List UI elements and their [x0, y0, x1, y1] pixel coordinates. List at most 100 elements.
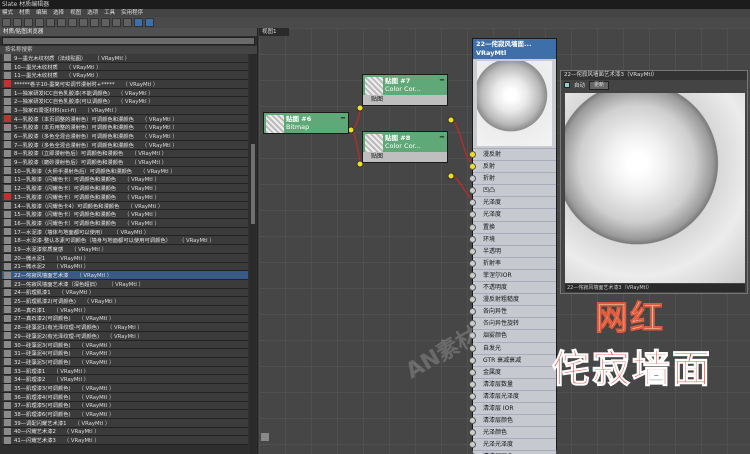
vraymtl-input-slot[interactable]: 光泽度: [469, 196, 556, 209]
vraymtl-input-slot[interactable]: 清漆层 IOR: [469, 401, 556, 415]
auto-update-checkbox[interactable]: [564, 82, 570, 88]
vraymtl-input-slot[interactable]: 光泽光泽度: [469, 438, 556, 451]
list-item[interactable]: 23—侘寂风墙面艺术漆（深色超旧） （ VRayMtl ）: [2, 279, 248, 289]
material-parameters-icon[interactable]: [112, 18, 121, 27]
vraymtl-input-slot[interactable]: 清漆层光泽度: [469, 389, 556, 402]
cc7-map-slot[interactable]: 贴图: [363, 95, 447, 105]
list-item[interactable]: 1—独家研发ICC自色乳胶漆(不能调颜色) （ VRayMtl ）: [2, 88, 248, 98]
list-item[interactable]: 41—闪耀艺术漆3 （ VRayMtl ）: [2, 436, 248, 445]
list-item[interactable]: 11—乳胶漆（闪耀色卡）可调颜色和漫颜色 （ VRayMtl ）: [2, 175, 248, 185]
list-item[interactable]: 36—肌理漆4(可调颜色) （ VRayMtl ）: [2, 392, 248, 402]
list-item[interactable]: 4—乳胶漆（本页调整的漫射色）可调颜色和漫颜色 （ VRayMtl ）: [2, 114, 248, 124]
list-item[interactable]: 3—独家石膏抠材料(sci-fi) （ VRayMtl ）: [2, 106, 248, 115]
cc8-map-slot[interactable]: 贴图: [363, 152, 447, 162]
list-item[interactable]: 31—硅藻泥4(可调颜色) （ VRayMtl ）: [2, 349, 248, 359]
list-item[interactable]: 18—水泥漆-整认本素可调颜色（墙身与地面都可以使用可调颜色） （ VRayMtl…: [2, 236, 248, 246]
list-item[interactable]: ******卷子10-墨简可实调节漫射时+***** （ VRayMtl ）: [2, 80, 248, 89]
input-socket-icon[interactable]: [469, 271, 476, 279]
vraymtl-input-slot[interactable]: 凹凸: [469, 184, 556, 197]
vraymtl-input-slot[interactable]: 折射率: [469, 256, 556, 269]
layout-all-icon[interactable]: [90, 18, 99, 27]
vraymtl-input-slot[interactable]: 光泽度: [469, 208, 556, 221]
vraymtl-input-slot[interactable]: 清漆层颜色: [469, 414, 556, 427]
list-item[interactable]: 6—乳胶漆（多色全混合漫射色）可调颜色和漫颜色 （ VRayMtl ）: [2, 132, 248, 141]
list-item[interactable]: 10—乳胶漆（大师手漫射色后）可调颜色和漫颜色 （ VRayMtl ）: [2, 166, 248, 176]
list-item[interactable]: 16—乳胶漆（闪耀色卡）可调颜色和漫颜色 （ VRayMtl ）: [2, 219, 248, 228]
select-tool-icon[interactable]: [2, 18, 11, 27]
collapse-icon[interactable]: −: [439, 76, 445, 84]
move-children-icon[interactable]: [46, 18, 55, 27]
list-item[interactable]: 15—乳胶漆（闪耀色卡）可调颜色和漫颜色 （ VRayMtl ）: [2, 210, 248, 220]
list-item[interactable]: 9—乳胶漆（磨砂漫射色后）可调颜色和漫颜色 （ VRayMtl ）: [2, 158, 248, 167]
input-socket-icon[interactable]: [469, 163, 476, 171]
list-item[interactable]: 38—肌理漆6(可调颜色) （ VRayMtl ）: [2, 410, 248, 419]
navigator-icon[interactable]: [145, 18, 154, 27]
list-item[interactable]: 25—肌理肌漆2(可调颜色) （ VRayMtl ）: [2, 297, 248, 306]
vraymtl-input-slot[interactable]: 金属度: [469, 365, 556, 378]
list-item[interactable]: 2—独家研发ICC自色乳胶漆(可以调颜色) （ VRayMtl ）: [2, 97, 248, 107]
list-item[interactable]: 28—硅藻泥1(有光泽纹理-可调颜色) （ VRayMtl ）: [2, 323, 248, 332]
list-item[interactable]: 29—硅藻泥2(有光泽纹理-可调颜色) （ VRayMtl ）: [2, 332, 248, 341]
vraymtl-input-slot[interactable]: 漫反射: [469, 148, 556, 161]
input-socket-icon[interactable]: [469, 356, 476, 364]
hide-unused-icon[interactable]: [57, 18, 66, 27]
list-item[interactable]: 39—调配闪耀艺术漆1 （ VRayMtl ）: [2, 418, 248, 428]
list-item[interactable]: 35—肌理漆3(可调颜色) （ VRayMtl ）: [2, 384, 248, 393]
input-socket-icon[interactable]: [469, 368, 476, 376]
input-socket-icon[interactable]: [469, 211, 476, 219]
input-socket-icon[interactable]: [469, 223, 476, 231]
list-item[interactable]: 19—水泥漆浆质度感 （ VRayMtl ）: [2, 245, 248, 254]
bitmap-node-header[interactable]: 贴图 #6 Bitmap −: [264, 113, 348, 133]
browser-scrollbar[interactable]: [250, 54, 256, 454]
menu-item-mode[interactable]: 模式: [2, 9, 13, 17]
cc7-header[interactable]: 贴图 #7 Color Cor... −: [363, 75, 447, 95]
list-item[interactable]: 5—乳胶漆（本页用整的漫射色）可调颜色和漫颜色 （ VRayMtl ）: [2, 123, 248, 133]
cc8-output-socket[interactable]: [447, 172, 455, 180]
input-socket-icon[interactable]: [469, 429, 476, 437]
list-item[interactable]: 37—肌理漆5(可调颜色) （ VRayMtl ）: [2, 401, 248, 411]
list-item[interactable]: 10—墨光木纹材质 （ VRayMtl ）: [2, 62, 248, 72]
color-correct-node-7[interactable]: 贴图 #7 Color Cor... − 贴图: [362, 74, 448, 106]
input-socket-icon[interactable]: [469, 199, 476, 207]
list-item[interactable]: 17—水泥漆（墙体与地面都可以使用） （ VRayMtl ）: [2, 227, 248, 237]
color-correct-node-8[interactable]: 贴图 #8 Color Cor... − 贴图: [362, 131, 448, 163]
pick-material-icon[interactable]: [13, 18, 22, 27]
menu-item-edit[interactable]: 编辑: [36, 9, 47, 17]
vraymtl-input-slot[interactable]: 清漆层凹凸: [469, 450, 556, 454]
list-item[interactable]: 34—肌理漆2 （ VRayMtl ）: [2, 375, 248, 385]
cc8-header[interactable]: 贴图 #8 Color Cor... −: [363, 132, 447, 152]
menu-item-view[interactable]: 视图: [70, 9, 81, 17]
input-socket-icon[interactable]: [469, 392, 476, 400]
bitmap-node[interactable]: 贴图 #6 Bitmap −: [263, 112, 349, 134]
input-socket-icon[interactable]: [469, 235, 476, 243]
show-background-icon[interactable]: [79, 18, 88, 27]
list-item[interactable]: 40—闪耀艺术漆2 （ VRayMtl ）: [2, 427, 248, 437]
list-item[interactable]: 22—侘寂风墙面艺术漆 （ VRayMtl ）: [2, 271, 248, 280]
input-socket-icon[interactable]: [469, 187, 476, 195]
vraymtl-input-slot[interactable]: 折射: [469, 172, 556, 185]
list-item[interactable]: 21—微水泥2 （ VRayMtl ）: [2, 262, 248, 272]
menu-item-material[interactable]: 材质: [19, 9, 30, 17]
menu-item-select[interactable]: 选择: [53, 9, 64, 17]
input-socket-icon[interactable]: [469, 417, 476, 425]
input-socket-icon[interactable]: [469, 296, 476, 304]
vraymtl-node[interactable]: 22—侘寂风墙面... VRayMtl 漫反射 反射 折射 凹凸 光泽度 光泽度 置换 环境半…: [469, 38, 557, 454]
list-item[interactable]: 13—乳胶漆（闪耀色卡）可调颜色和漫颜色 （ VRayMtl ）: [2, 193, 248, 202]
list-item[interactable]: 7—乳胶漆（多色全混合漫射色）可调颜色和漫颜色 （ VRayMtl ）: [2, 140, 248, 150]
list-item[interactable]: 26—真石漆1 （ VRayMtl ）: [2, 305, 248, 315]
list-item[interactable]: 27—真石漆2(可调颜色) （ VRayMtl ）: [2, 314, 248, 324]
update-button[interactable]: 更新: [589, 80, 610, 90]
list-item[interactable]: 30—硅藻泥3(可调颜色) （ VRayMtl ）: [2, 340, 248, 350]
vraymtl-input-slot[interactable]: 光泽颜色: [469, 426, 556, 439]
vraymtl-input-slot[interactable]: 漫反射粗糙度: [469, 293, 556, 306]
delete-icon[interactable]: [35, 18, 44, 27]
assign-material-icon[interactable]: [24, 18, 33, 27]
list-item[interactable]: 20—微水泥1 （ VRayMtl ）: [2, 253, 248, 263]
input-socket-icon[interactable]: [469, 380, 476, 388]
menu-item-options[interactable]: 选项: [87, 9, 98, 17]
input-socket-icon[interactable]: [469, 247, 476, 255]
search-input[interactable]: [2, 37, 255, 45]
collapse-icon[interactable]: −: [439, 133, 445, 141]
vraymtl-header[interactable]: 22—侘寂风墙面... VRayMtl: [473, 39, 556, 59]
menu-item-tools[interactable]: 工具: [104, 9, 115, 17]
